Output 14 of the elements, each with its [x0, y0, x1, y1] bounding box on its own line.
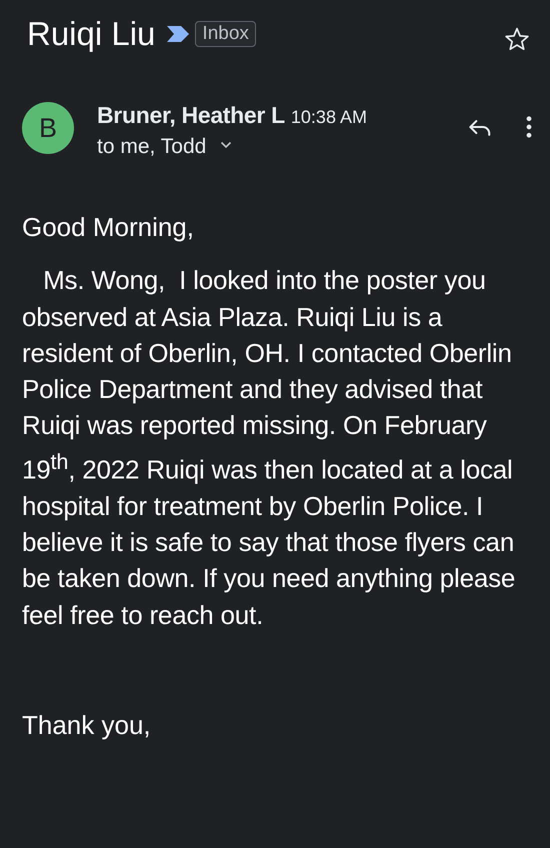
- closing-text: Thank you,: [22, 708, 152, 742]
- message-paragraph: Ms. Wong, I looked into the poster you observed at Asia Plaza. Ruiqi Liu is a resident of Oberlin, OH. I contacted Oberlin Police Department and they advised that Ruiqi was reported missing. On February 19$^{th}$, 2022 Ruiqi was then located at a local hospital for treatment by Oberlin Police. I believe it is safe to say that those flyers can be taken down. If you need anything please feel free to reach out.: [22, 264, 516, 632]
- star-icon[interactable]: [504, 26, 530, 52]
- greeting-text: Good Morning,: [22, 211, 195, 244]
- sender-name: Bruner, Heather L: [97, 102, 285, 129]
- more-options-icon[interactable]: [526, 116, 532, 138]
- importance-marker-icon[interactable]: [167, 26, 190, 42]
- chevron-down-icon[interactable]: [220, 141, 232, 149]
- sender-avatar: B: [22, 102, 74, 154]
- message-time: 10:38 AM: [290, 107, 367, 128]
- recipients-text[interactable]: to me, Todd: [97, 135, 206, 159]
- reply-icon[interactable]: [468, 118, 492, 137]
- subject-title: Ruiqi Liu: [27, 15, 156, 53]
- inbox-label[interactable]: Inbox: [195, 21, 256, 47]
